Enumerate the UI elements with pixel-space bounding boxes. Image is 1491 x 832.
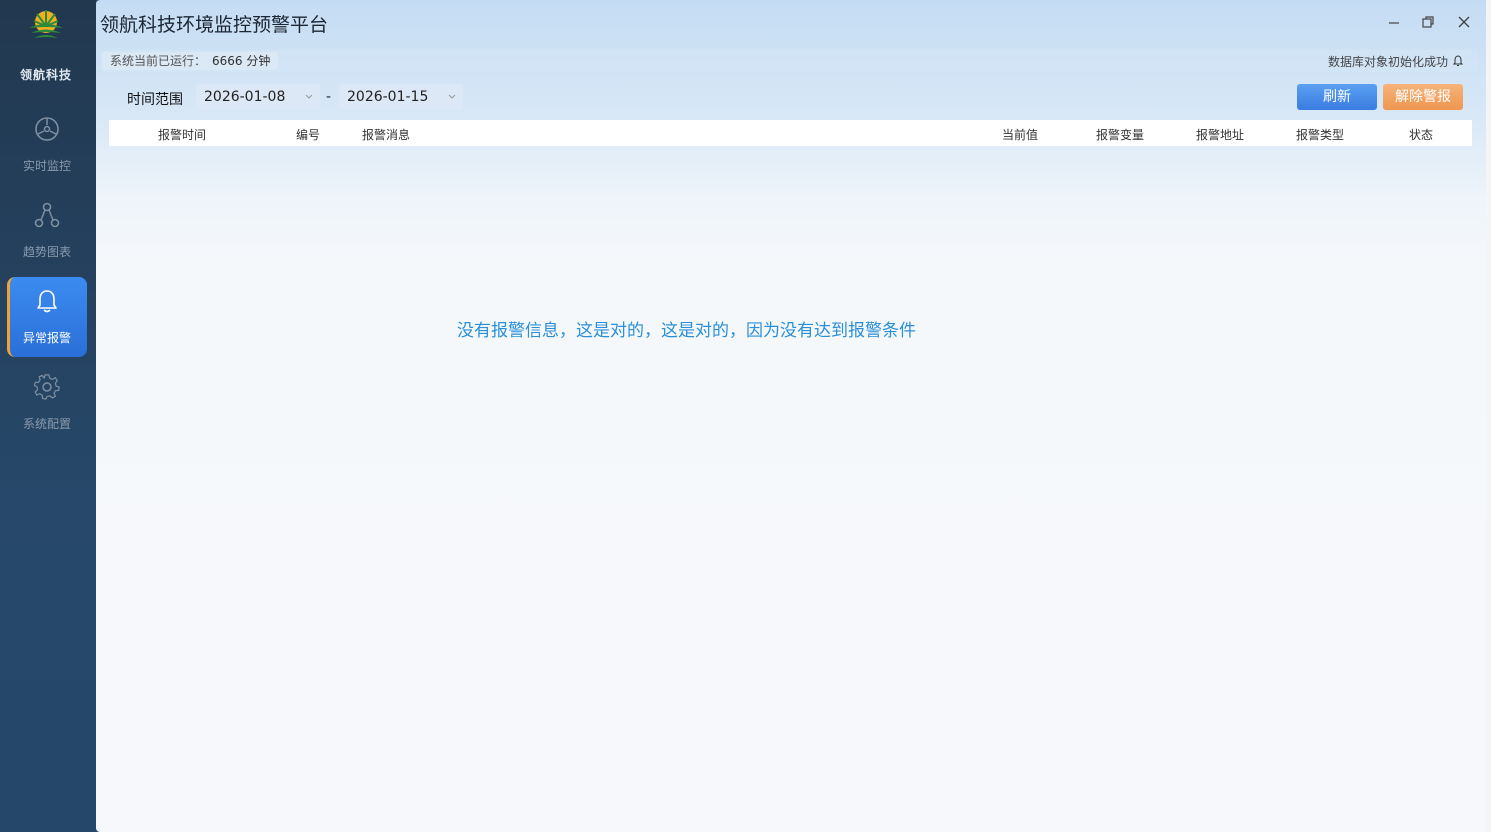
col-id[interactable]: 编号 (296, 126, 320, 143)
col-status[interactable]: 状态 (1409, 126, 1433, 143)
date-separator: - (326, 89, 332, 105)
nav-item-realtime-monitor[interactable]: 实时监控 (7, 105, 87, 185)
end-date-picker[interactable]: 2026-01-15 (339, 84, 463, 110)
main-window: 领航科技环境监控预警平台 系统当前已运行： 6666 分钟 数据库对象初始化成功 … (96, 0, 1486, 832)
clear-alarm-button[interactable]: 解除警报 (1383, 84, 1463, 110)
col-alarm-time[interactable]: 报警时间 (158, 126, 206, 143)
nav-label-alarm: 异常报警 (22, 331, 71, 345)
brand-name: 领航科技 (19, 68, 72, 82)
runtime-value: 6666 分钟 (212, 54, 271, 68)
col-alarm-message[interactable]: 报警消息 (362, 126, 410, 143)
window-edge (1486, 0, 1491, 832)
empty-state-message: 没有报警信息，这是对的，这是对的，因为没有达到报警条件 (457, 321, 916, 341)
minimize-icon[interactable] (1384, 12, 1404, 32)
alarm-table-header: 报警时间 编号 报警消息 当前值 报警变量 报警地址 报警类型 状态 (109, 120, 1472, 146)
start-date-value: 2026-01-08 (204, 89, 286, 105)
col-alarm-address[interactable]: 报警地址 (1196, 126, 1244, 143)
runtime-label: 系统当前已运行： (110, 54, 207, 68)
nav-item-system-config[interactable]: 系统配置 (7, 363, 87, 443)
notification-bell-icon[interactable] (1452, 55, 1464, 67)
nodes-icon (34, 202, 60, 228)
runtime-chip: 系统当前已运行： 6666 分钟 (102, 52, 279, 70)
col-current-value[interactable]: 当前值 (1002, 126, 1038, 143)
status-bar: 系统当前已运行： 6666 分钟 数据库对象初始化成功 (100, 50, 1478, 72)
col-alarm-variable[interactable]: 报警变量 (1096, 126, 1144, 143)
restore-icon[interactable] (1418, 12, 1438, 32)
nav-item-trend-chart[interactable]: 趋势图表 (7, 191, 87, 271)
nav-label-system-config: 系统配置 (22, 417, 71, 431)
end-date-value: 2026-01-15 (347, 89, 429, 105)
chevron-down-icon (448, 94, 456, 99)
chevron-down-icon (305, 94, 313, 99)
monitor-icon (35, 117, 59, 141)
gear-icon (33, 374, 60, 400)
start-date-picker[interactable]: 2026-01-08 (196, 84, 320, 110)
nav-label-trend-chart: 趋势图表 (22, 245, 71, 259)
col-alarm-type[interactable]: 报警类型 (1296, 126, 1344, 143)
window-title: 领航科技环境监控预警平台 (100, 14, 329, 36)
db-status-text: 数据库对象初始化成功 (1327, 55, 1448, 69)
bell-icon (37, 290, 57, 313)
logo-icon (29, 10, 63, 38)
nav-label-realtime-monitor: 实时监控 (22, 159, 71, 173)
time-range-label: 时间范围 (127, 92, 183, 108)
close-icon[interactable] (1454, 12, 1474, 32)
sidebar: 领航科技 实时监控 趋势图表 异常报警 系统配置 (0, 0, 96, 832)
refresh-button[interactable]: 刷新 (1297, 84, 1377, 110)
nav-item-alarm[interactable]: 异常报警 (7, 277, 87, 357)
